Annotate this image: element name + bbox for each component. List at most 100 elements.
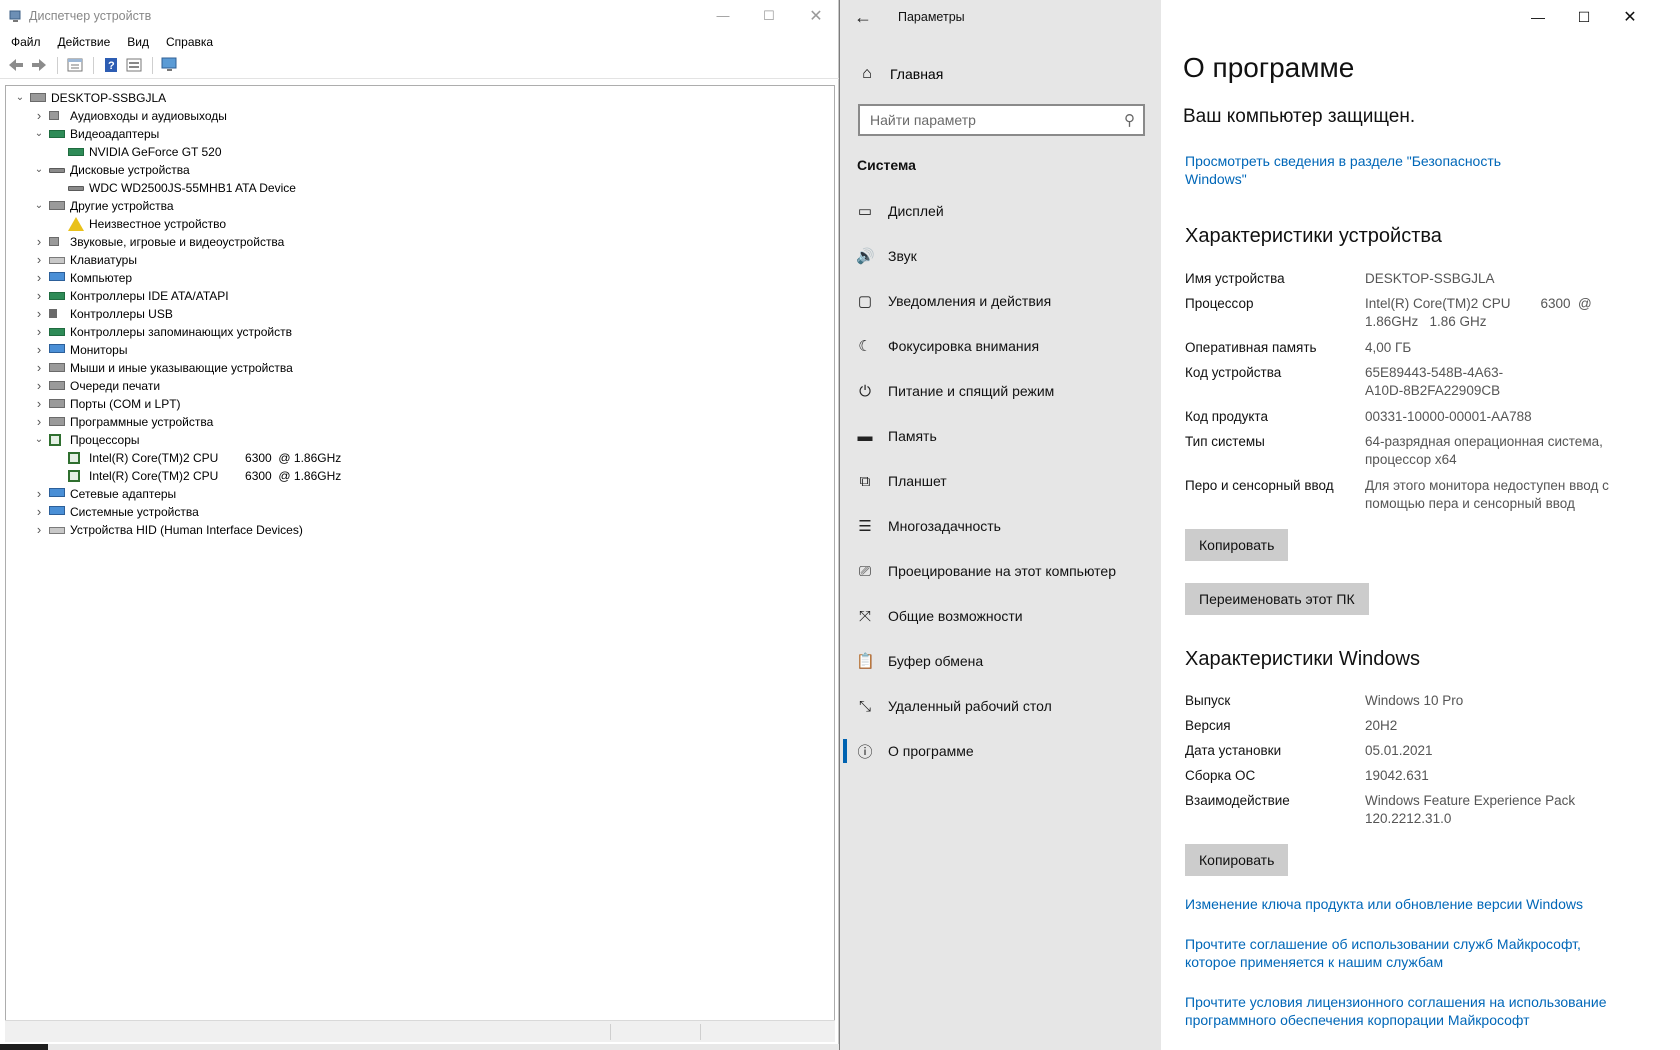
chevron-right-icon[interactable]: › xyxy=(33,269,45,287)
nav-item[interactable]: ⤡ Удаленный рабочий стол xyxy=(840,688,1161,724)
chevron-down-icon[interactable]: ⌄ xyxy=(33,431,45,449)
chevron-down-icon[interactable]: ⌄ xyxy=(33,125,45,143)
tree-category[interactable]: › Звуковые, игровые и видеоустройства xyxy=(6,233,834,251)
chevron-right-icon[interactable]: › xyxy=(33,287,45,305)
settings-search-input[interactable]: Найти параметр ⚲ xyxy=(858,104,1145,136)
tree-device[interactable]: Intel(R) Core(TM)2 CPU 6300 @ 1.86GHz xyxy=(6,467,834,485)
tree-category[interactable]: › Клавиатуры xyxy=(6,251,834,269)
chevron-right-icon[interactable]: › xyxy=(33,503,45,521)
chevron-right-icon[interactable]: › xyxy=(33,359,45,377)
chevron-right-icon[interactable]: › xyxy=(33,413,45,431)
nav-item-label: Дисплей xyxy=(888,203,944,219)
chevron-right-icon[interactable]: › xyxy=(33,377,45,395)
chevron-right-icon[interactable]: › xyxy=(33,107,45,125)
copy-windows-specs-button[interactable]: Копировать xyxy=(1185,844,1289,876)
chevron-right-icon[interactable]: › xyxy=(33,251,45,269)
license-terms-link[interactable]: Прочтите условия лицензионного соглашени… xyxy=(1185,993,1615,1029)
chevron-right-icon[interactable]: › xyxy=(33,485,45,503)
nav-item[interactable]: ▭ Дисплей xyxy=(840,193,1161,229)
chevron-down-icon[interactable]: ⌄ xyxy=(33,161,45,179)
help-icon[interactable]: ? xyxy=(100,55,121,75)
back-arrow-icon[interactable] xyxy=(5,55,26,75)
menu-view[interactable]: Вид xyxy=(122,35,155,49)
chevron-right-icon[interactable]: › xyxy=(33,233,45,251)
nav-item[interactable]: 🔊 Звук xyxy=(840,238,1161,274)
nav-item[interactable]: ☰ Многозадачность xyxy=(840,508,1161,544)
tree-category[interactable]: › Аудиовходы и аудиовыходы xyxy=(6,107,834,125)
services-agreement-link[interactable]: Прочтите соглашение об использовании слу… xyxy=(1185,935,1595,971)
tree-category[interactable]: › Системные устройства xyxy=(6,503,834,521)
spec-value: DESKTOP-SSBGJLA xyxy=(1365,271,1495,286)
chevron-down-icon[interactable]: ⌄ xyxy=(33,197,45,215)
tree-category[interactable]: › Контроллеры IDE ATA/ATAPI xyxy=(6,287,834,305)
tree-category[interactable]: ⌄ Процессоры xyxy=(6,431,834,449)
tree-category[interactable]: › Очереди печати xyxy=(6,377,834,395)
scan-hardware-icon[interactable] xyxy=(159,55,180,75)
nav-item[interactable]: ▬ Память xyxy=(840,418,1161,454)
chevron-right-icon[interactable]: › xyxy=(33,341,45,359)
dm-toolbar: ? xyxy=(0,52,839,79)
maximize-button[interactable]: ☐ xyxy=(1561,0,1607,34)
tree-item-label: Устройства HID (Human Interface Devices) xyxy=(70,523,303,537)
product-key-link[interactable]: Изменение ключа продукта или обновление … xyxy=(1185,895,1625,913)
spec-value: 65E89443-548B-4A63- A10D-8B2FA22909CB xyxy=(1365,365,1504,398)
maximize-button[interactable]: ☐ xyxy=(746,0,792,31)
update-driver-icon[interactable] xyxy=(123,55,144,75)
monitor-icon xyxy=(49,272,65,281)
tree-device[interactable]: NVIDIA GeForce GT 520 xyxy=(6,143,834,161)
minimize-button[interactable]: — xyxy=(1515,0,1561,34)
menu-action[interactable]: Действие xyxy=(53,35,117,49)
speaker-icon xyxy=(49,111,59,120)
hid-icon xyxy=(49,527,65,534)
warning-icon xyxy=(68,217,84,231)
storage-icon: ▬ xyxy=(857,427,873,445)
tree-category[interactable]: › Мыши и иные указывающие устройства xyxy=(6,359,834,377)
tree-device[interactable]: Неизвестное устройство xyxy=(6,215,834,233)
nav-item[interactable]: ⓘ О программе xyxy=(840,733,1161,769)
tree-item-label: Звуковые, игровые и видеоустройства xyxy=(70,235,285,249)
nav-item[interactable]: ▢ Уведомления и действия xyxy=(840,283,1161,319)
nav-item[interactable]: ☾ Фокусировка внимания xyxy=(840,328,1161,364)
chevron-right-icon[interactable]: › xyxy=(33,395,45,413)
chevron-right-icon[interactable]: › xyxy=(33,521,45,539)
tree-root[interactable]: ⌄ DESKTOP-SSBGJLA xyxy=(6,89,834,107)
tree-category[interactable]: › Контроллеры USB xyxy=(6,305,834,323)
notifications-icon: ▢ xyxy=(857,293,873,310)
chevron-right-icon[interactable]: › xyxy=(33,323,45,341)
properties-icon[interactable] xyxy=(64,55,85,75)
rename-pc-button[interactable]: Переименовать этот ПК xyxy=(1185,583,1369,615)
tree-category[interactable]: › Порты (COM и LPT) xyxy=(6,395,834,413)
chevron-down-icon[interactable]: ⌄ xyxy=(14,89,26,107)
security-link[interactable]: Просмотреть сведения в разделе "Безопасн… xyxy=(1185,152,1505,188)
menu-help[interactable]: Справка xyxy=(161,35,219,49)
close-button[interactable]: ✕ xyxy=(1607,0,1653,34)
tree-category[interactable]: › Компьютер xyxy=(6,269,834,287)
tree-category[interactable]: › Программные устройства xyxy=(6,413,834,431)
tree-device[interactable]: Intel(R) Core(TM)2 CPU 6300 @ 1.86GHz xyxy=(6,449,834,467)
forward-arrow-icon[interactable] xyxy=(28,55,49,75)
nav-item[interactable]: 📋 Буфер обмена xyxy=(840,643,1161,679)
tree-category[interactable]: › Контроллеры запоминающих устройств xyxy=(6,323,834,341)
tree-device[interactable]: WDC WD2500JS-55MHB1 ATA Device xyxy=(6,179,834,197)
tree-category[interactable]: › Сетевые адаптеры xyxy=(6,485,834,503)
nav-item[interactable]: ⎚ Проецирование на этот компьютер xyxy=(840,553,1161,589)
nav-item-label: Общие возможности xyxy=(888,608,1023,624)
tree-category[interactable]: ⌄ Видеоадаптеры xyxy=(6,125,834,143)
close-button[interactable]: ✕ xyxy=(793,0,839,31)
copy-device-specs-button[interactable]: Копировать xyxy=(1185,529,1289,561)
tree-category[interactable]: › Мониторы xyxy=(6,341,834,359)
nav-item[interactable]: ⏻ Питание и спящий режим xyxy=(840,373,1161,409)
nav-item[interactable]: ⤧ Общие возможности xyxy=(840,598,1161,634)
minimize-button[interactable]: — xyxy=(700,0,746,31)
tree-category[interactable]: ⌄ Дисковые устройства xyxy=(6,161,834,179)
tree-category[interactable]: ⌄ Другие устройства xyxy=(6,197,834,215)
back-button[interactable]: ← xyxy=(840,0,886,34)
nav-item-label: Память xyxy=(888,428,937,444)
chevron-right-icon[interactable]: › xyxy=(33,305,45,323)
nav-item[interactable]: ⧉ Планшет xyxy=(840,463,1161,499)
disk-icon xyxy=(49,168,65,173)
tree-category[interactable]: › Устройства HID (Human Interface Devices… xyxy=(6,521,834,539)
menu-file[interactable]: Файл xyxy=(6,35,47,49)
mouse-icon xyxy=(49,363,65,372)
nav-home[interactable]: ⌂ Главная xyxy=(859,60,943,88)
